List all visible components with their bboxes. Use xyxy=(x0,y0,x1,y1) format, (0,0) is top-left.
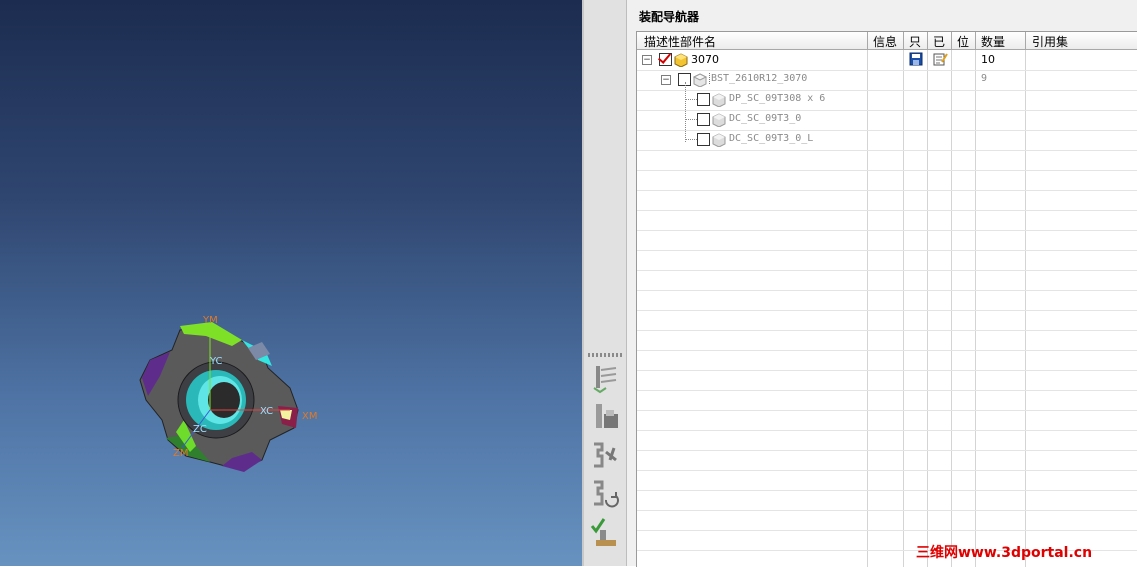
visibility-checkbox[interactable] xyxy=(697,133,710,146)
empty-grid-row xyxy=(637,190,1137,211)
empty-grid-row xyxy=(637,330,1137,351)
constraint-navigator-icon[interactable] xyxy=(588,400,622,434)
navigator-title: 装配导航器 xyxy=(639,10,700,24)
modified-edit-icon xyxy=(933,53,948,66)
cutter-model[interactable]: YM YC XC XM ZC ZM xyxy=(0,0,582,566)
empty-grid-row xyxy=(637,350,1137,371)
resource-bar-grip[interactable] xyxy=(588,353,622,357)
quantity-value: 9 xyxy=(981,73,988,84)
part-name: BST_2610R12_3070 xyxy=(709,73,808,84)
empty-grid-row xyxy=(637,230,1137,251)
empty-grid-row xyxy=(637,250,1137,271)
site-watermark: 三维网www.3dportal.cn xyxy=(916,545,1093,561)
collapse-toggle[interactable]: − xyxy=(642,55,652,65)
cutter-body xyxy=(139,322,299,472)
part-navigator-icon[interactable] xyxy=(588,438,622,472)
assembly-outline-icon xyxy=(692,73,708,87)
col-header-modified[interactable]: 已 xyxy=(933,33,945,50)
empty-grid-row xyxy=(637,370,1137,391)
resource-bar xyxy=(584,0,627,566)
assembly-icon xyxy=(674,53,688,67)
part-name: DC_SC_09T3_0 xyxy=(729,113,802,124)
empty-grid-row xyxy=(637,510,1137,531)
hd3d-tools-icon[interactable] xyxy=(588,514,622,548)
empty-grid-row xyxy=(637,150,1137,171)
col-header-position[interactable]: 位 xyxy=(957,33,969,50)
part-name: 3070 xyxy=(691,53,719,66)
empty-grid-row xyxy=(637,390,1137,411)
component-icon xyxy=(712,133,726,147)
component-icon xyxy=(712,93,726,107)
axis-label-xc: XC xyxy=(260,406,273,417)
empty-grid-row xyxy=(637,410,1137,431)
part-name: DP_SC_09T308 x 6 xyxy=(729,93,826,104)
axis-label-zm: ZM xyxy=(173,448,188,459)
col-header-quantity[interactable]: 数量 xyxy=(981,33,1005,50)
save-disk-icon xyxy=(909,52,923,66)
axis-label-xm: XM xyxy=(302,411,317,422)
quantity-value: 10 xyxy=(981,53,995,66)
visibility-checkbox[interactable] xyxy=(697,113,710,126)
col-header-readonly[interactable]: 只 xyxy=(909,33,921,50)
empty-grid-row xyxy=(637,210,1137,231)
empty-grid-row xyxy=(637,450,1137,471)
axis-label-ym: YM xyxy=(202,315,218,326)
assembly-navigator-icon[interactable] xyxy=(588,362,622,396)
component-icon xyxy=(712,113,726,127)
tree-row-root[interactable]: − 3070 10 xyxy=(637,50,1137,71)
assembly-navigator-panel: 装配导航器 描述性部件名 信息 只 已 位 数量 引用集 − 3070 10 −… xyxy=(627,0,1137,567)
part-name: DC_SC_09T3_0_L xyxy=(729,133,814,144)
empty-grid-row xyxy=(637,170,1137,191)
collapse-toggle[interactable]: − xyxy=(661,75,671,85)
empty-grid-row xyxy=(637,310,1137,331)
assembly-tree-grid[interactable]: 描述性部件名 信息 只 已 位 数量 引用集 − 3070 10 − BST_2… xyxy=(636,31,1137,567)
col-header-name[interactable]: 描述性部件名 xyxy=(644,33,716,50)
tree-row-component[interactable]: DC_SC_09T3_0 xyxy=(637,110,1137,131)
empty-grid-row xyxy=(637,430,1137,451)
visibility-checkbox[interactable] xyxy=(697,93,710,106)
tree-row-subassembly[interactable]: − BST_2610R12_3070 9 xyxy=(637,70,1137,91)
empty-grid-row xyxy=(637,470,1137,491)
graphics-window[interactable]: YM YC XC XM ZC ZM xyxy=(0,0,582,566)
empty-grid-row xyxy=(637,270,1137,291)
tree-row-component[interactable]: DC_SC_09T3_0_L xyxy=(637,130,1137,151)
axis-label-yc: YC xyxy=(209,356,223,367)
column-header-bar: 描述性部件名 信息 只 已 位 数量 引用集 xyxy=(637,32,1137,50)
empty-grid-row xyxy=(637,290,1137,311)
empty-grid-row xyxy=(637,490,1137,511)
tree-row-component[interactable]: DP_SC_09T308 x 6 xyxy=(637,90,1137,111)
reuse-library-icon[interactable] xyxy=(588,476,622,510)
visibility-checkbox[interactable] xyxy=(659,53,672,66)
axis-label-zc: ZC xyxy=(193,424,207,435)
col-header-info[interactable]: 信息 xyxy=(873,33,897,50)
col-header-refset[interactable]: 引用集 xyxy=(1032,33,1068,50)
